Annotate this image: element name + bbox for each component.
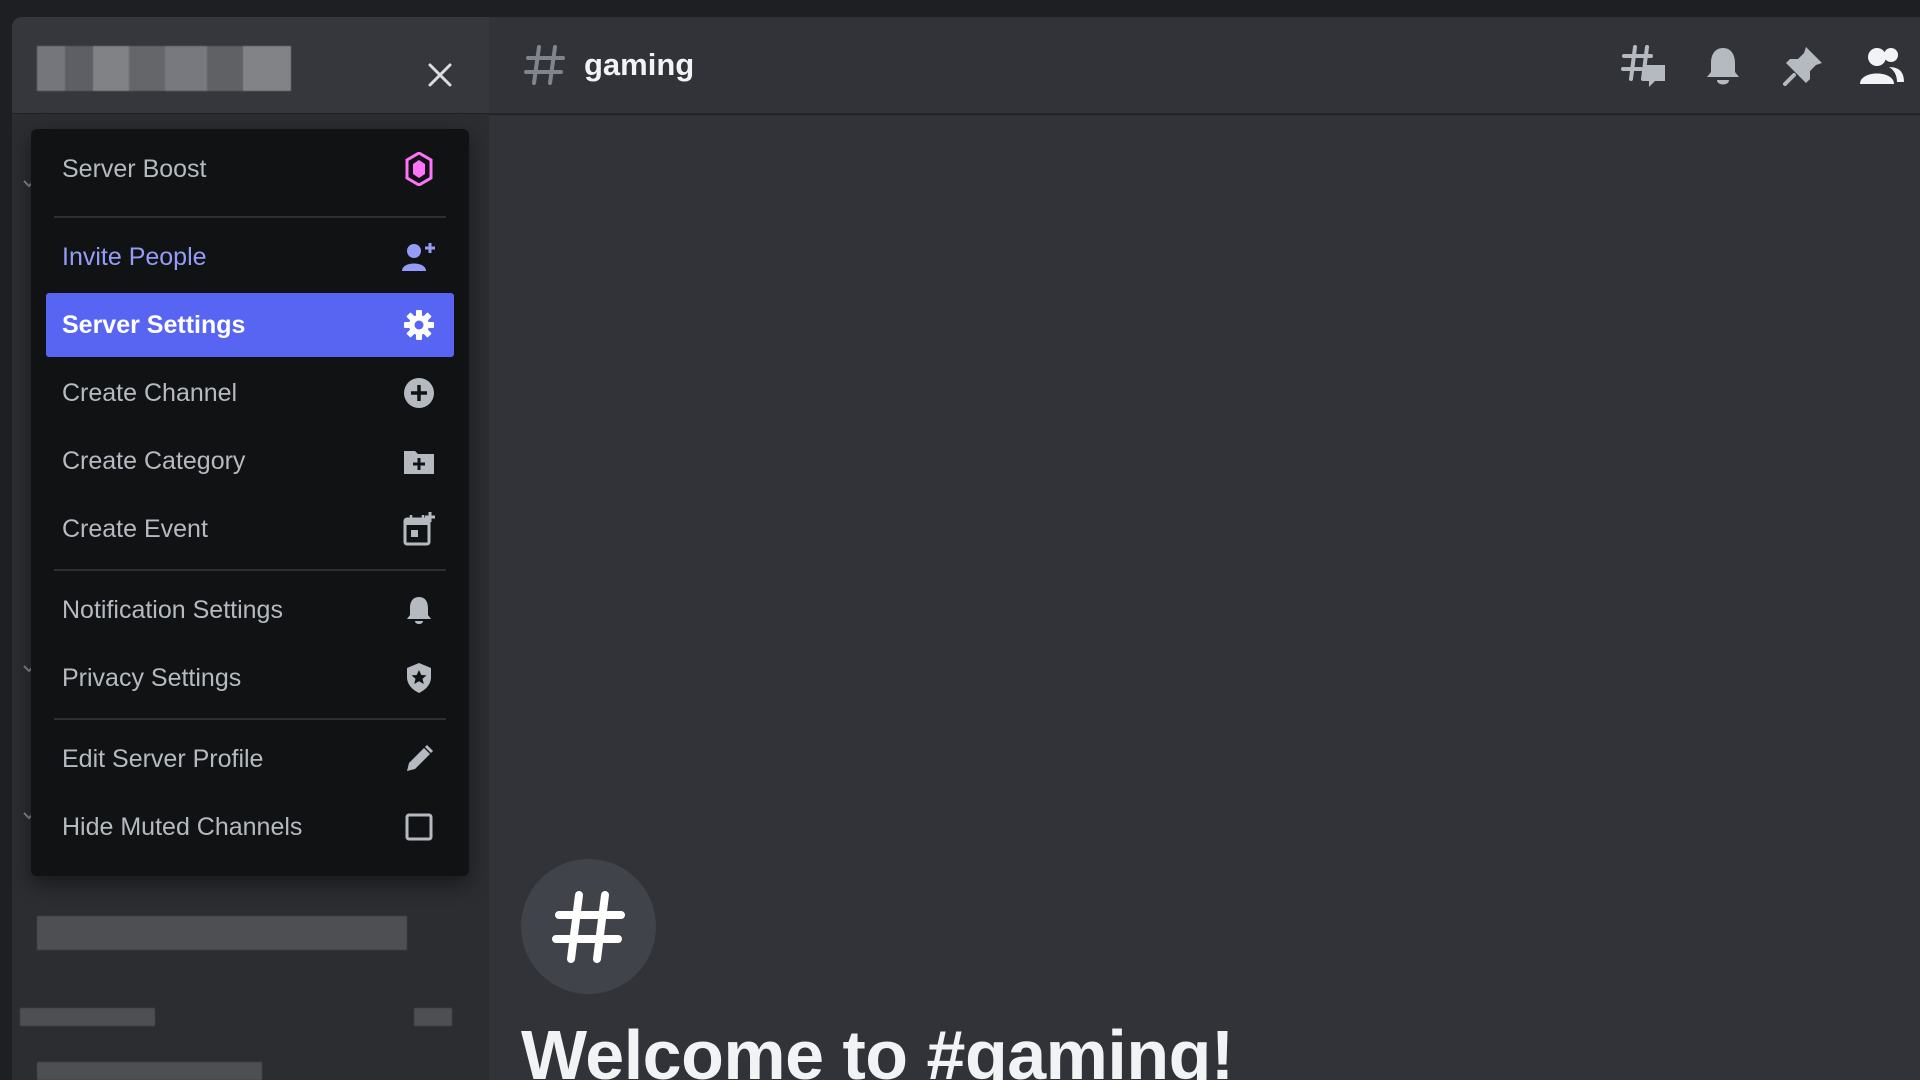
close-icon [428,63,452,87]
pencil-icon [402,742,436,776]
menu-item-label: Privacy Settings [62,663,242,692]
members-icon [1860,48,1904,84]
menu-item-label: Server Boost [62,154,207,183]
menu-item-invite-people[interactable]: Invite People [46,225,454,289]
notification-button[interactable] [1700,43,1746,89]
bell-icon [402,593,436,627]
menu-item-server-settings[interactable]: Server Settings [46,293,454,357]
menu-item-label: Hide Muted Channels [62,812,303,841]
channel-item-redacted[interactable] [20,1008,155,1026]
add-person-icon [402,240,436,274]
menu-item-notification-settings[interactable]: Notification Settings [46,578,454,642]
plus-circle-icon [402,376,436,410]
hashtag-icon [524,45,565,85]
menu-item-server-boost[interactable]: Server Boost [46,137,454,201]
channel-avatar [521,859,656,994]
menu-item-label: Edit Server Profile [62,744,264,773]
channel-badge-redacted [414,1008,452,1026]
close-menu-button[interactable] [425,60,455,90]
menu-item-hide-muted-channels[interactable]: Hide Muted Channels [46,795,454,859]
menu-item-create-event[interactable]: Create Event [46,497,454,561]
menu-item-create-category[interactable]: Create Category [46,429,454,493]
channel-header: gaming [489,17,1920,114]
channel-item-redacted[interactable] [37,1062,262,1080]
channel-item-redacted[interactable] [37,916,407,950]
menu-item-create-channel[interactable]: Create Channel [46,361,454,425]
threads-button[interactable] [1621,43,1667,89]
server-name-redacted [37,46,291,91]
gear-icon [402,308,436,342]
bell-icon [1707,48,1739,85]
menu-item-label: Server Settings [62,310,246,339]
menu-item-label: Create Category [62,446,246,475]
menu-item-label: Create Channel [62,378,238,407]
welcome-heading: Welcome to #gaming! [521,1016,1234,1080]
member-list-button[interactable] [1859,43,1905,89]
menu-divider [54,718,446,720]
threads-icon [1621,45,1665,87]
hashtag-icon [551,890,625,963]
chat-area: Welcome to #gaming! [489,115,1920,1080]
menu-divider [54,216,446,218]
server-header[interactable] [12,17,489,114]
folder-plus-icon [402,444,436,478]
menu-item-label: Invite People [62,242,207,271]
menu-item-label: Notification Settings [62,595,283,624]
channel-title: gaming [584,47,695,82]
checkbox-icon[interactable] [402,810,436,844]
server-dropdown-menu: Server Boost Invite People Server Settin… [31,129,469,876]
calendar-plus-icon [402,512,436,546]
pinned-messages-button[interactable] [1780,43,1826,89]
shield-star-icon [402,661,436,695]
boost-gem-icon [402,152,436,186]
menu-item-label: Create Event [62,514,208,543]
menu-divider [54,569,446,571]
pin-icon [1783,47,1822,86]
menu-item-edit-server-profile[interactable]: Edit Server Profile [46,727,454,791]
menu-item-privacy-settings[interactable]: Privacy Settings [46,646,454,710]
